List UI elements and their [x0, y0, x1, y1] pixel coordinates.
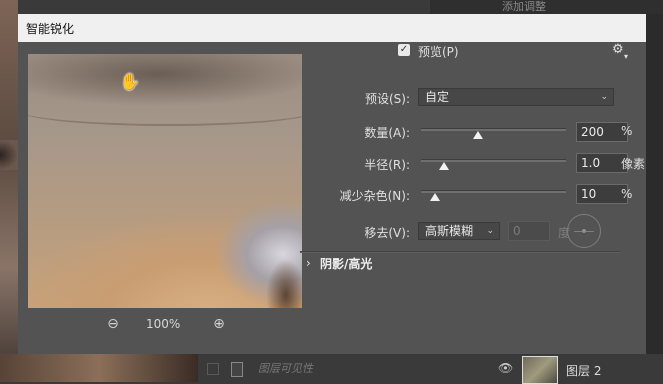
canvas-photo-bottom — [0, 354, 198, 382]
dialog-title: 智能锐化 — [26, 22, 75, 36]
remove-dropdown[interactable]: 高斯模糊 ⌄ — [418, 222, 500, 240]
layers-visibility-label: 图层可见性 — [258, 362, 313, 375]
gear-icon[interactable]: ⚙ — [612, 42, 624, 57]
zoom-in-icon[interactable]: ⊕ — [210, 315, 228, 333]
radius-slider-thumb[interactable] — [439, 162, 449, 170]
preview-skin-crease — [28, 94, 302, 126]
gear-caret-icon[interactable]: ▾ — [624, 52, 628, 61]
dialog-titlebar[interactable]: 智能锐化 — [18, 14, 646, 42]
eye-icon[interactable]: 👁 — [498, 361, 513, 375]
zoom-out-icon[interactable]: ⊖ — [104, 315, 122, 333]
preview-checkbox[interactable]: ✓ — [398, 44, 410, 56]
preview-shadow — [266, 259, 302, 308]
angle-dial — [567, 214, 601, 248]
canvas-photo-left — [0, 0, 18, 382]
canvas-photo-eye — [0, 140, 18, 170]
angle-input: 0 — [508, 221, 550, 241]
lock-checkbox[interactable] — [207, 363, 219, 375]
chevron-right-icon[interactable]: › — [306, 256, 311, 270]
zoom-level: 100% — [146, 317, 181, 331]
amount-label: 数量(A): — [364, 126, 410, 140]
layer-thumbnail[interactable] — [522, 356, 558, 384]
preset-dropdown[interactable]: 自定 ⌄ — [418, 88, 614, 106]
hand-icon: ✋ — [120, 72, 140, 91]
angle-dial-center — [582, 229, 586, 233]
right-panel-edge — [646, 14, 663, 354]
noise-slider-thumb[interactable] — [430, 193, 440, 201]
add-adjustment-label: 添加调整 — [502, 0, 546, 13]
preset-value: 自定 — [425, 90, 450, 104]
remove-value: 高斯模糊 — [425, 224, 474, 238]
zoom-controls: ⊖ 100% ⊕ — [28, 314, 302, 336]
amount-unit: % — [621, 124, 633, 138]
preview-image[interactable]: ✋ — [28, 54, 302, 308]
amount-slider-thumb[interactable] — [473, 131, 483, 139]
layers-panel-strip: 图层可见性 👁 图层 2 — [0, 354, 663, 384]
radius-unit: 像素 — [621, 157, 646, 171]
chevron-down-icon: ⌄ — [600, 92, 608, 102]
preview-label[interactable]: 预览(P) — [418, 43, 459, 60]
chevron-down-icon: ⌄ — [486, 226, 494, 236]
smart-sharpen-dialog: 智能锐化 ✋ ⊖ 100% ⊕ — [18, 14, 646, 354]
checkbox-checked-icon: ✓ — [399, 44, 409, 55]
radius-label: 半径(R): — [364, 158, 410, 172]
remove-label: 移去(V): — [364, 226, 410, 240]
amount-slider-track[interactable] — [421, 128, 566, 131]
layer-name[interactable]: 图层 2 — [566, 362, 601, 379]
document-icon — [231, 362, 243, 377]
shadows-highlights-header[interactable]: 阴影/高光 — [320, 255, 372, 272]
noise-label: 减少杂色(N): — [339, 189, 410, 203]
noise-slider-track[interactable] — [421, 190, 566, 193]
adjustments-panel-header: 添加调整 — [430, 0, 663, 14]
preset-label: 预设(S): — [364, 92, 410, 106]
noise-unit: % — [621, 187, 633, 201]
section-divider — [300, 251, 620, 253]
